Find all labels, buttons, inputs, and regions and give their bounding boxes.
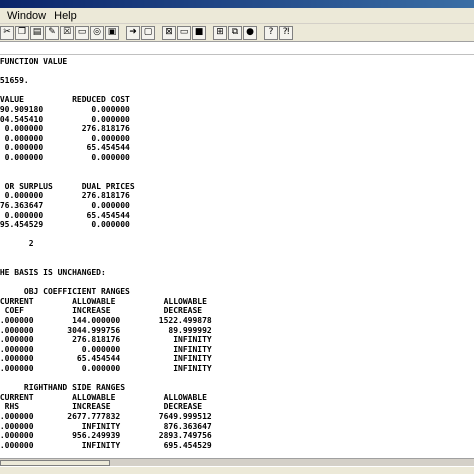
report-line: 0.000000 INFINITY 695.454529 — [0, 440, 212, 450]
paste-icon[interactable]: ▤ — [30, 25, 44, 40]
report-line: K OR SURPLUS DUAL PRICES — [0, 181, 135, 191]
report-line — [0, 163, 212, 173]
report-line: 0.000000 144.000000 1522.499878 — [0, 316, 212, 326]
cross-box-icon[interactable]: ⊠ — [162, 25, 176, 40]
report-line: RHS INCREASE DECREASE — [0, 402, 203, 412]
report-line: 0.000000 0.000000 — [0, 133, 130, 143]
report-line: 0.000000 0.000000 — [0, 152, 130, 162]
page-icon[interactable]: ▭ — [75, 25, 89, 40]
report-line — [0, 249, 212, 259]
report-line: 0.000000 3044.999756 89.999992 — [0, 325, 212, 335]
report-line: 0.000000 INFINITY 876.363647 — [0, 421, 212, 431]
report-line: COEF INCREASE DECREASE — [0, 306, 203, 316]
box-icon[interactable]: ▢ — [141, 25, 155, 40]
tile-icon[interactable]: ⊞ — [213, 25, 227, 40]
toolbar-group: ✂ ❐ ▤ ✎ ☒ ▭ ◎ ▣ — [0, 25, 120, 40]
toolbar-group: ⊞ ⧉ ● — [213, 25, 258, 40]
report-line: 0.000000 0.000000 INFINITY — [0, 364, 212, 373]
stop-icon[interactable]: ● — [243, 25, 257, 40]
report-line: 0.000000 0.000000 INFINITY — [0, 344, 212, 354]
report-line: 0.000000 276.818176 — [0, 191, 130, 201]
status-bar — [0, 466, 474, 474]
report-line — [0, 258, 212, 268]
report-line: 2 — [28, 239, 34, 249]
scissors-icon[interactable]: ✂ — [0, 25, 14, 40]
report-line: THE BASIS IS UNCHANGED: — [0, 268, 106, 278]
report-line: 0.000000 65.454544 — [0, 143, 130, 153]
toolbar: ✂ ❐ ▤ ✎ ☒ ▭ ◎ ▣ ➜ ▢ ⊠ ▭ ■ ⊞ ⧉ ●? ⁈ — [0, 24, 474, 42]
report-line: 104.545410 0.000000 — [0, 114, 130, 124]
copy-icon[interactable]: ❐ — [15, 25, 29, 40]
report-line: CURRENT ALLOWABLE ALLOWABLE — [0, 392, 207, 402]
toolbar-spacer — [0, 43, 474, 55]
report-line: FUNCTION VALUE — [0, 57, 68, 66]
report-line: OBJ COEFFICIENT RANGES — [0, 287, 130, 297]
save-icon[interactable]: ▣ — [105, 25, 119, 40]
report-line: 0.000000 65.454544 — [0, 210, 130, 220]
report-line — [0, 374, 212, 384]
report-line: 876.363647 0.000000 — [0, 200, 130, 210]
arrow-icon[interactable]: ➜ — [126, 25, 140, 40]
report-line: 0.000000 956.249939 2893.749756 — [0, 431, 212, 441]
report-line: 0.000000 276.818176 — [0, 124, 130, 134]
menu-help[interactable]: Help — [51, 8, 80, 24]
toolbar-group: ➜ ▢ — [126, 25, 156, 40]
report-line — [0, 278, 212, 288]
report-line — [0, 230, 212, 240]
menu-bar: Window Help — [0, 8, 474, 24]
report-line: 790.909180 0.000000 — [0, 104, 130, 114]
toolbar-group: ⊠ ▭ ■ — [162, 25, 207, 40]
square-icon[interactable]: ■ — [192, 25, 206, 40]
report-line: 551659. — [0, 76, 29, 86]
cascade-icon[interactable]: ⧉ — [228, 25, 242, 40]
report-line: RIGHTHAND SIDE RANGES — [0, 383, 126, 393]
horizontal-scrollbar[interactable] — [0, 458, 474, 466]
report-line: 695.454529 0.000000 — [0, 220, 130, 230]
solution-report-text: FUNCTION VALUE 551659. VALUE REDUCED COS… — [0, 57, 212, 450]
pencil-icon[interactable]: ✎ — [45, 25, 59, 40]
report-line: 0.000000 2677.777832 7649.999512 — [0, 411, 212, 421]
report-line — [0, 172, 212, 182]
report-line: 0.000000 65.454544 INFINITY — [0, 354, 212, 364]
close-box-icon[interactable]: ☒ — [60, 25, 74, 40]
help-icon[interactable]: ? — [264, 25, 278, 40]
menu-window[interactable]: Window — [4, 8, 49, 24]
target-icon[interactable]: ◎ — [90, 25, 104, 40]
solution-report-window[interactable]: FUNCTION VALUE 551659. VALUE REDUCED COS… — [0, 56, 474, 458]
report-line: VALUE REDUCED COST — [0, 95, 130, 105]
context-help-icon[interactable]: ⁈ — [279, 25, 293, 40]
report-line — [0, 67, 212, 77]
report-line: CURRENT ALLOWABLE ALLOWABLE — [0, 296, 207, 306]
toolbar-group: ? ⁈ — [264, 25, 294, 40]
report-line: 0.000000 276.818176 INFINITY — [0, 335, 212, 345]
window-icon[interactable]: ▭ — [177, 25, 191, 40]
report-line — [0, 86, 212, 96]
